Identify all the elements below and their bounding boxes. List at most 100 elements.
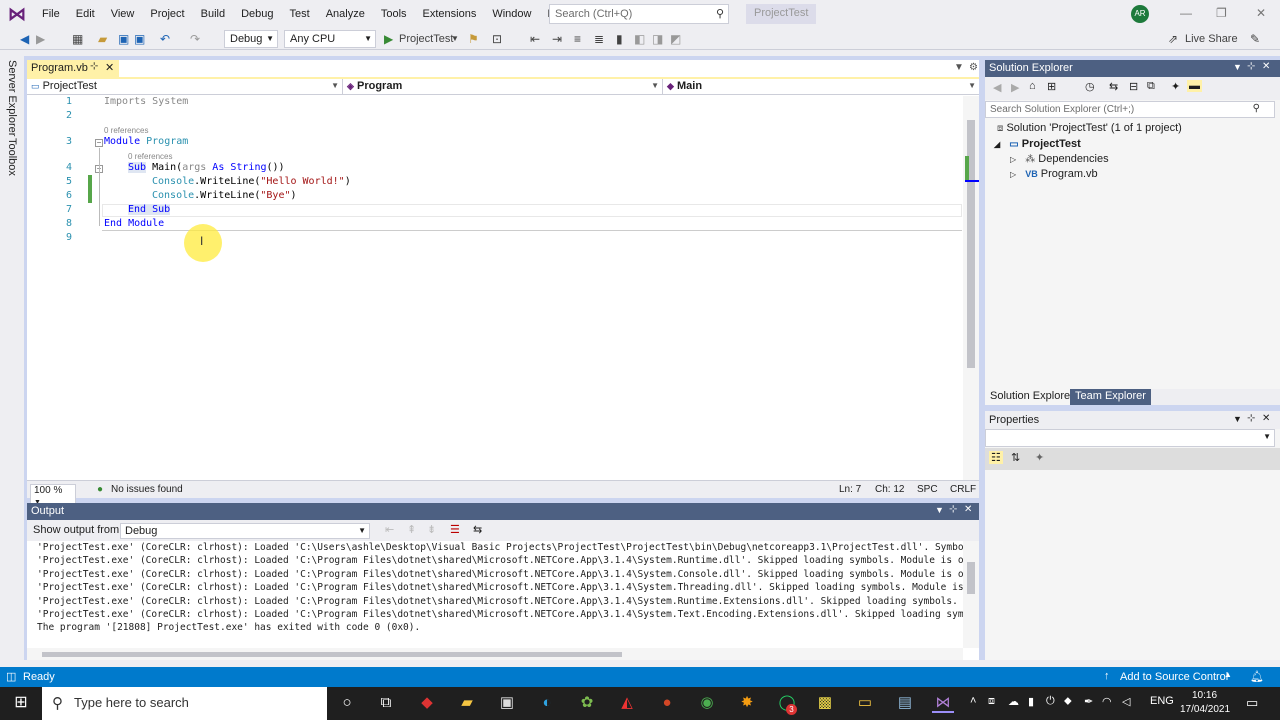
- clock-date[interactable]: 17/04/2021: [1180, 704, 1230, 715]
- hot-reload-icon[interactable]: ⚑: [468, 31, 479, 47]
- wifi-icon[interactable]: ◠: [1102, 695, 1112, 708]
- settings-gear-icon[interactable]: ⚙: [969, 62, 978, 73]
- add-to-source-control-button[interactable]: Add to Source Control: [1120, 671, 1228, 683]
- code-line-8[interactable]: End Module: [104, 218, 164, 229]
- forward-icon[interactable]: ▶: [36, 31, 45, 47]
- minimize-icon[interactable]: —: [1180, 6, 1192, 20]
- acrobat-icon[interactable]: ◭: [616, 693, 638, 713]
- tab-list-dropdown-icon[interactable]: ▼: [954, 62, 964, 73]
- code-line-4[interactable]: Sub Main(args As String()): [128, 162, 285, 173]
- find-message-icon[interactable]: ⇤: [385, 523, 394, 536]
- task-view-icon[interactable]: ⧉: [375, 693, 397, 713]
- edge-icon[interactable]: ◐: [536, 693, 558, 713]
- start-button[interactable]: ProjectTest: [399, 31, 453, 47]
- live-share-icon[interactable]: ⇗: [1168, 31, 1178, 47]
- output-source-dropdown[interactable]: Debug ▼: [120, 523, 370, 539]
- output-scroll-thumb[interactable]: [967, 562, 975, 594]
- windows-start-icon[interactable]: ⊞: [10, 693, 32, 713]
- code-line-3[interactable]: Module Program: [104, 136, 188, 147]
- preview-icon[interactable]: ▬: [1187, 80, 1202, 92]
- menu-view[interactable]: View: [103, 0, 143, 28]
- uncomment-icon[interactable]: ≣: [594, 31, 604, 47]
- back-icon[interactable]: ◀: [993, 81, 1001, 94]
- member-nav-dropdown[interactable]: ◆ Main ▼: [663, 79, 979, 95]
- close-icon[interactable]: ✕: [1256, 6, 1266, 20]
- feedback-icon[interactable]: ✎: [1250, 31, 1260, 47]
- project-node[interactable]: ◢ ▭ ProjectTest: [994, 138, 1081, 150]
- close-icon[interactable]: ✕: [1262, 61, 1270, 72]
- code-line-5[interactable]: Console.WriteLine("Hello World!"): [152, 176, 351, 187]
- prev-message-icon[interactable]: ⇞: [407, 523, 416, 536]
- bookmark-clear-icon[interactable]: ◩: [670, 31, 681, 47]
- app-red-icon[interactable]: ◆: [416, 693, 438, 713]
- codelens-references[interactable]: 0 references: [128, 152, 172, 161]
- output-status-icon[interactable]: ◫: [6, 670, 16, 683]
- codelens-references[interactable]: 0 references: [104, 126, 148, 135]
- power-icon[interactable]: ⏻: [1046, 695, 1055, 708]
- pin-icon[interactable]: ⊹: [949, 504, 957, 515]
- menu-window[interactable]: Window: [484, 0, 539, 28]
- configuration-dropdown[interactable]: Debug ▼: [224, 30, 278, 48]
- solution-search-input[interactable]: Search Solution Explorer (Ctrl+;) ⚲: [985, 101, 1275, 118]
- program-vb-node[interactable]: ▷ VB Program.vb: [1010, 168, 1098, 180]
- properties-object-dropdown[interactable]: ▼: [985, 429, 1275, 447]
- tab-team-explorer[interactable]: Team Explorer: [1070, 389, 1151, 405]
- close-icon[interactable]: ✕: [1262, 413, 1270, 424]
- chrome-icon[interactable]: ◉: [696, 693, 718, 713]
- platform-dropdown[interactable]: Any CPU ▼: [284, 30, 376, 48]
- comment-icon[interactable]: ≡: [574, 31, 581, 47]
- home-icon[interactable]: ⌂: [1029, 80, 1036, 92]
- visual-studio-taskbar-icon[interactable]: ⋈: [932, 693, 954, 713]
- menu-file[interactable]: File: [34, 0, 68, 28]
- menu-debug[interactable]: Debug: [233, 0, 281, 28]
- new-project-icon[interactable]: ▦: [72, 31, 83, 47]
- code-line-1[interactable]: Imports System: [104, 96, 188, 107]
- word-wrap-icon[interactable]: ⇆: [473, 523, 482, 536]
- app-blue-icon[interactable]: ▤: [894, 693, 916, 713]
- taskbar-search-input[interactable]: ⚲ Type here to search: [42, 687, 327, 720]
- back-icon[interactable]: ◀: [20, 31, 29, 47]
- next-message-icon[interactable]: ⇟: [427, 523, 436, 536]
- properties-wrench-icon[interactable]: ✦: [1171, 80, 1180, 93]
- undo-icon[interactable]: ↶: [160, 31, 170, 47]
- live-share-button[interactable]: Live Share: [1185, 31, 1238, 47]
- collapse-all-icon[interactable]: ⊟: [1129, 80, 1138, 93]
- close-icon[interactable]: ✕: [964, 504, 972, 515]
- categorized-icon[interactable]: ☷: [989, 451, 1003, 464]
- save-all-icon[interactable]: ▣: [134, 31, 145, 47]
- app-orange-icon[interactable]: ✸: [736, 693, 758, 713]
- forward-icon[interactable]: ▶: [1011, 81, 1019, 94]
- dropbox-icon[interactable]: ⬥: [1064, 695, 1072, 708]
- menu-tools[interactable]: Tools: [373, 0, 415, 28]
- clock-time[interactable]: 10:16: [1192, 690, 1217, 701]
- menu-analyze[interactable]: Analyze: [318, 0, 373, 28]
- output-hscroll-thumb[interactable]: [42, 652, 622, 657]
- maximize-icon[interactable]: ❐: [1216, 6, 1227, 20]
- bookmark-next-icon[interactable]: ◨: [652, 31, 663, 47]
- cortana-icon[interactable]: ○: [336, 693, 358, 713]
- pin-icon[interactable]: ⊹: [1247, 61, 1255, 72]
- clear-all-icon[interactable]: ☰: [450, 523, 460, 536]
- pin-icon[interactable]: ⊹: [90, 61, 98, 72]
- pen-icon[interactable]: ✒: [1084, 695, 1093, 708]
- code-line-6[interactable]: Console.WriteLine("Bye"): [152, 190, 297, 201]
- output-vertical-scrollbar[interactable]: [963, 541, 979, 648]
- chevron-down-icon[interactable]: ▼: [1233, 414, 1242, 424]
- whitespace-indicator[interactable]: SPC: [917, 484, 938, 495]
- avatar[interactable]: AR: [1131, 5, 1149, 23]
- property-pages-icon[interactable]: ✦: [1035, 451, 1044, 464]
- menu-edit[interactable]: Edit: [68, 0, 103, 28]
- menu-project[interactable]: Project: [142, 0, 192, 28]
- action-center-icon[interactable]: ▭: [1246, 695, 1258, 711]
- menu-test[interactable]: Test: [282, 0, 318, 28]
- save-icon[interactable]: ▣: [118, 31, 129, 47]
- bookmark-prev-icon[interactable]: ◧: [634, 31, 645, 47]
- store-icon[interactable]: ▣: [496, 693, 518, 713]
- close-tab-icon[interactable]: ✕: [105, 61, 114, 74]
- switch-views-icon[interactable]: ⊞: [1047, 80, 1056, 93]
- menu-extensions[interactable]: Extensions: [415, 0, 485, 28]
- tray-device-icon[interactable]: ⧈: [988, 695, 995, 708]
- dependencies-node[interactable]: ▷ ⁂ Dependencies: [1010, 153, 1109, 165]
- battery-icon[interactable]: ▮: [1028, 695, 1034, 708]
- document-tab[interactable]: Program.vb ⊹ ✕: [27, 60, 119, 77]
